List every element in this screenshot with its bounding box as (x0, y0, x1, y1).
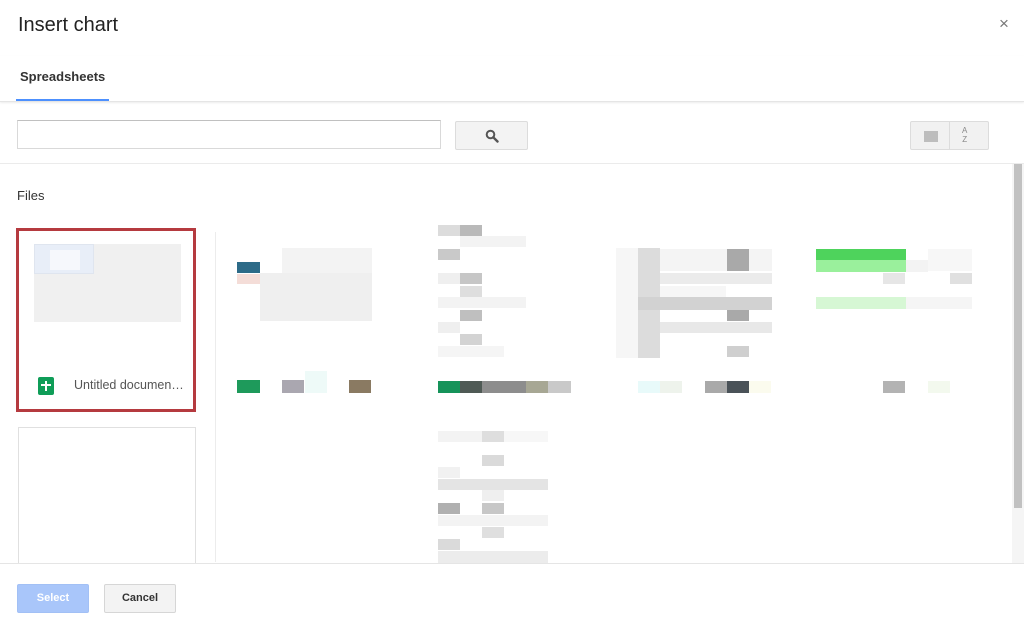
tab-spreadsheets[interactable]: Spreadsheets (16, 56, 109, 101)
file-card[interactable] (18, 427, 196, 567)
search-button[interactable] (455, 121, 528, 150)
column-divider (215, 232, 216, 562)
file-thumbnail (34, 244, 181, 322)
sort-label-a: A (962, 126, 968, 135)
sort-az-button[interactable]: A Z (950, 121, 989, 150)
grid-view-icon (924, 131, 938, 142)
tab-bar: Spreadsheets (0, 56, 1024, 102)
scrollbar-thumb[interactable] (1014, 164, 1022, 508)
sort-label-z: Z (962, 135, 968, 144)
file-name-row: Untitled documen… (19, 374, 193, 398)
dialog-title: Insert chart (18, 14, 119, 36)
thumbnail-preview-detail (50, 250, 80, 270)
dialog-footer: Select Cancel (0, 563, 1024, 631)
file-card-selected[interactable]: Untitled documen… (16, 228, 196, 412)
sort-az-icon: A Z (962, 126, 967, 144)
magnifier-icon (485, 129, 499, 143)
insert-chart-dialog: Insert chart × Spreadsheets A Z Files Un… (0, 0, 1024, 631)
select-button[interactable]: Select (17, 584, 89, 613)
files-section-label: Files (17, 188, 45, 203)
close-icon[interactable]: × (996, 15, 1012, 32)
grid-view-button[interactable] (910, 121, 950, 150)
google-sheets-icon (38, 377, 54, 395)
toolbar: A Z (0, 103, 1024, 164)
search-input[interactable] (17, 120, 441, 149)
scrollbar[interactable] (1012, 164, 1024, 564)
file-name: Untitled documen… (74, 378, 184, 392)
cancel-button[interactable]: Cancel (104, 584, 176, 613)
